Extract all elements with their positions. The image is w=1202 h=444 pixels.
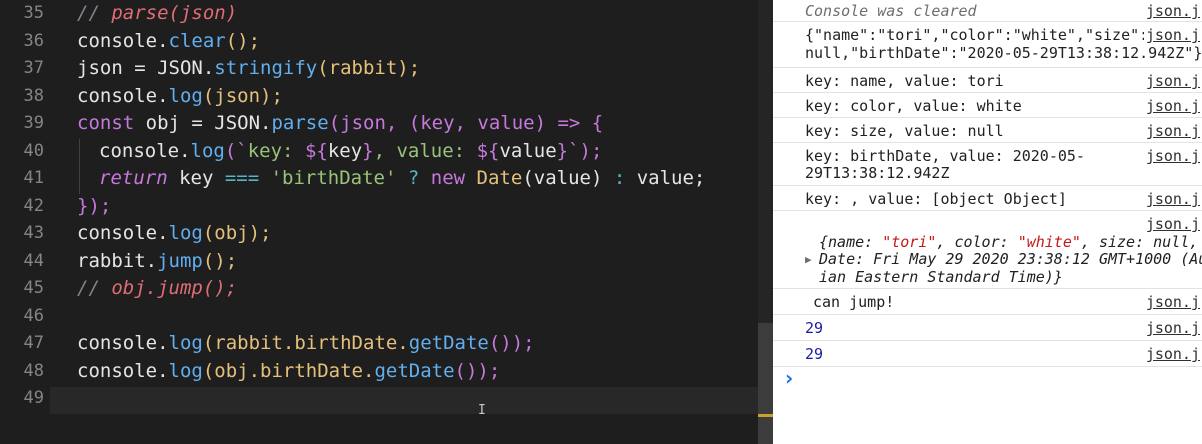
code-line-44[interactable]: rabbit.jump(); (77, 248, 237, 276)
code-line-37[interactable]: json = JSON.stringify(rabbit); (77, 55, 420, 83)
source-link[interactable]: json.j (1146, 147, 1200, 165)
console-message: key: birthDate, value: 2020-05- 29T13:38… (773, 143, 1202, 186)
log-text: key: name, value: tori (805, 72, 1004, 90)
code-line-47[interactable]: console.log(rabbit.birthDate.getDate()); (77, 330, 535, 358)
line-number: 38 (23, 85, 44, 106)
code-line-35[interactable]: // parse(json) (77, 0, 237, 28)
console-message: key: size, value: null json.j (773, 118, 1202, 143)
console-message: 29 json.j (773, 341, 1202, 367)
code-line-40[interactable]: console.log(`key: ${key}, value: ${value… (99, 138, 602, 166)
text-cursor-icon: I (478, 403, 486, 418)
code-line-43[interactable]: console.log(obj); (77, 220, 271, 248)
editor-scrollbar[interactable] (758, 0, 773, 444)
line-number: 49 (23, 388, 44, 408)
log-text: key: color, value: white (805, 97, 1022, 115)
source-link[interactable]: json.j (1146, 72, 1200, 90)
line-number: 35 (23, 3, 44, 23)
source-link[interactable]: json.j (1146, 345, 1200, 363)
log-text: null,"birthDate":"2020-05-29T13:38:12.94… (805, 44, 1202, 62)
code-line-41[interactable]: return key === 'birthDate' ? new Date(va… (99, 165, 705, 193)
source-link[interactable]: json.j (1146, 122, 1200, 140)
console-message: Console was cleared json.j (773, 0, 1202, 22)
console-message: 29 json.j (773, 315, 1202, 341)
object-preview-string: "tori" (882, 233, 937, 251)
source-link[interactable]: json.j (1146, 190, 1200, 208)
console-message: key: , value: [object Object] json.j (773, 186, 1202, 211)
log-number: 29 (805, 345, 824, 363)
source-link[interactable]: json.j (1146, 319, 1200, 337)
log-text: {"name":"tori","color":"white","size": (805, 26, 1149, 44)
code-line-38[interactable]: console.log(json); (77, 83, 283, 111)
line-number: 47 (23, 333, 44, 353)
code-line-36[interactable]: console.clear(); (77, 28, 260, 56)
line-number: 36 (23, 30, 44, 51)
line-number: 46 (23, 305, 44, 326)
log-number: 29 (805, 319, 824, 337)
line-number: 39 (23, 113, 44, 133)
log-text: key: , value: [object Object] (805, 190, 1067, 208)
log-text: key: size, value: null (805, 122, 1004, 140)
line-number: 45 (23, 278, 44, 298)
prompt-chevron-icon: › (785, 366, 794, 390)
log-text: can jump! (813, 293, 895, 311)
indent-guide (79, 139, 80, 194)
source-link[interactable]: json.j (1146, 2, 1200, 20)
code-line-42[interactable]: }); (77, 193, 111, 221)
line-number: 44 (23, 250, 44, 271)
code-line-39[interactable]: const obj = JSON.parse(json, (key, value… (77, 110, 603, 138)
log-text: 29T13:38:12.942Z (805, 164, 950, 182)
scrollbar-thumb[interactable] (758, 323, 773, 444)
console-object-message[interactable]: json.j {name: "tori", color: "white", si… (773, 211, 1202, 289)
expand-triangle-icon[interactable]: ▶ (805, 251, 812, 269)
log-text: key: birthDate, value: 2020-05- (805, 147, 1085, 165)
object-preview-text: , color: (936, 233, 1018, 251)
line-number: 48 (23, 360, 44, 381)
line-number: 40 (23, 140, 44, 161)
object-preview-text: {name: (819, 233, 883, 251)
source-link[interactable]: json.j (1146, 97, 1200, 115)
object-preview-text: ian Eastern Standard Time)} (819, 268, 1063, 286)
console-message: key: name, value: tori json.j (773, 68, 1202, 93)
console-message: key: color, value: white json.j (773, 93, 1202, 118)
source-link[interactable]: json.j (1143, 26, 1200, 44)
source-link[interactable]: json.j (1146, 293, 1200, 311)
console-prompt[interactable]: › (783, 366, 1193, 392)
line-number: 43 (23, 223, 44, 243)
devtools-console[interactable]: Console was cleared json.j {"name":"tori… (773, 0, 1202, 444)
line-number: 42 (23, 195, 44, 216)
object-preview-text: , size: null, (1080, 233, 1202, 251)
code-line-45[interactable]: // obj.jump(); (77, 275, 237, 303)
object-preview-string: "white" (1017, 233, 1081, 251)
line-number: 37 (23, 58, 44, 78)
scrollbar-marker (758, 414, 773, 417)
code-line-48[interactable]: console.log(obj.birthDate.getDate()); (77, 358, 500, 386)
current-line-highlight (50, 387, 758, 414)
console-cleared-text: Console was cleared (805, 2, 977, 20)
line-number: 41 (23, 168, 44, 188)
console-message: {"name":"tori","color":"white","size": n… (773, 22, 1202, 68)
code-editor[interactable]: 35 36 37 38 39 40 41 42 43 44 45 46 47 4… (0, 0, 758, 444)
console-message: can jump! json.j (773, 289, 1202, 315)
object-preview-text: Date: Fri May 29 2020 23:38:12 GMT+1000 … (819, 250, 1202, 268)
source-link[interactable]: json.j (1146, 215, 1200, 233)
